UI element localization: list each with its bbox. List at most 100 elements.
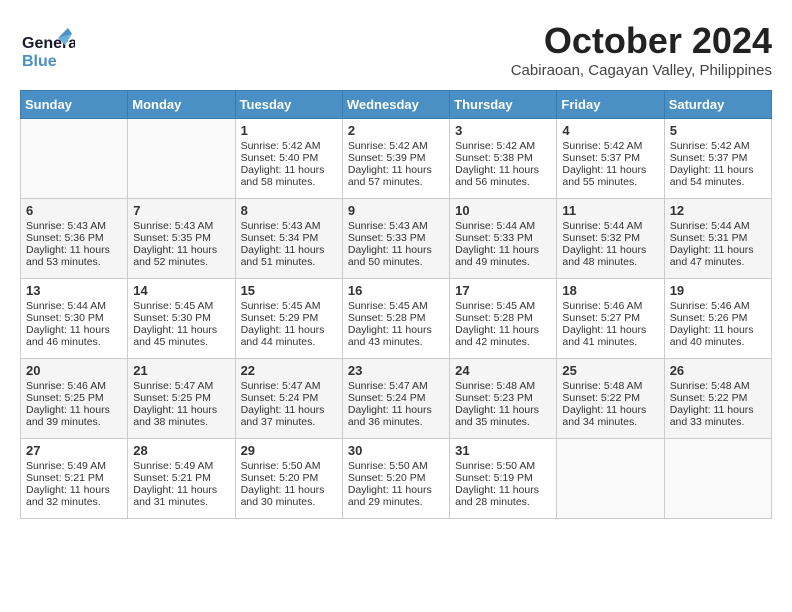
sunset-text: Sunset: 5:26 PM bbox=[670, 312, 766, 324]
day-number: 10 bbox=[455, 203, 551, 218]
day-number: 21 bbox=[133, 363, 229, 378]
sunrise-text: Sunrise: 5:47 AM bbox=[133, 380, 229, 392]
day-number: 26 bbox=[670, 363, 766, 378]
calendar-cell bbox=[557, 439, 664, 519]
sunset-text: Sunset: 5:38 PM bbox=[455, 152, 551, 164]
daylight-text: Daylight: 11 hours and 56 minutes. bbox=[455, 164, 551, 188]
day-number: 30 bbox=[348, 443, 444, 458]
calendar-cell: 14Sunrise: 5:45 AMSunset: 5:30 PMDayligh… bbox=[128, 279, 235, 359]
sunrise-text: Sunrise: 5:42 AM bbox=[455, 140, 551, 152]
sunrise-text: Sunrise: 5:46 AM bbox=[562, 300, 658, 312]
column-header-thursday: Thursday bbox=[450, 91, 557, 119]
sunset-text: Sunset: 5:24 PM bbox=[348, 392, 444, 404]
daylight-text: Daylight: 11 hours and 37 minutes. bbox=[241, 404, 337, 428]
sunrise-text: Sunrise: 5:44 AM bbox=[670, 220, 766, 232]
daylight-text: Daylight: 11 hours and 55 minutes. bbox=[562, 164, 658, 188]
sunset-text: Sunset: 5:30 PM bbox=[133, 312, 229, 324]
calendar-cell: 29Sunrise: 5:50 AMSunset: 5:20 PMDayligh… bbox=[235, 439, 342, 519]
day-number: 12 bbox=[670, 203, 766, 218]
location: Cabiraoan, Cagayan Valley, Philippines bbox=[511, 62, 772, 79]
sunset-text: Sunset: 5:29 PM bbox=[241, 312, 337, 324]
day-number: 8 bbox=[241, 203, 337, 218]
column-header-wednesday: Wednesday bbox=[342, 91, 449, 119]
daylight-text: Daylight: 11 hours and 52 minutes. bbox=[133, 244, 229, 268]
sunset-text: Sunset: 5:22 PM bbox=[562, 392, 658, 404]
week-row-4: 20Sunrise: 5:46 AMSunset: 5:25 PMDayligh… bbox=[21, 359, 772, 439]
sunrise-text: Sunrise: 5:50 AM bbox=[241, 460, 337, 472]
calendar-cell: 21 Sunrise: 5:47 AMSunset: 5:25 PMDayligh… bbox=[128, 359, 235, 439]
day-number: 27 bbox=[26, 443, 122, 458]
calendar-cell: 11Sunrise: 5:44 AMSunset: 5:32 PMDayligh… bbox=[557, 199, 664, 279]
calendar-cell bbox=[128, 119, 235, 199]
day-number: 3 bbox=[455, 123, 551, 138]
column-header-friday: Friday bbox=[557, 91, 664, 119]
sunset-text: Sunset: 5:30 PM bbox=[26, 312, 122, 324]
day-number: 24 bbox=[455, 363, 551, 378]
sunset-text: Sunset: 5:33 PM bbox=[455, 232, 551, 244]
daylight-text: Daylight: 11 hours and 35 minutes. bbox=[455, 404, 551, 428]
calendar-cell: 23Sunrise: 5:47 AMSunset: 5:24 PMDayligh… bbox=[342, 359, 449, 439]
calendar-cell: 13Sunrise: 5:44 AMSunset: 5:30 PMDayligh… bbox=[21, 279, 128, 359]
calendar-cell: 31Sunrise: 5:50 AMSunset: 5:19 PMDayligh… bbox=[450, 439, 557, 519]
sunset-text: Sunset: 5:24 PM bbox=[241, 392, 337, 404]
calendar-cell: 18Sunrise: 5:46 AMSunset: 5:27 PMDayligh… bbox=[557, 279, 664, 359]
calendar-cell: 12Sunrise: 5:44 AMSunset: 5:31 PMDayligh… bbox=[664, 199, 771, 279]
calendar-table: SundayMondayTuesdayWednesdayThursdayFrid… bbox=[20, 90, 772, 519]
day-number: 29 bbox=[241, 443, 337, 458]
day-number: 15 bbox=[241, 283, 337, 298]
column-header-monday: Monday bbox=[128, 91, 235, 119]
calendar-cell: 26Sunrise: 5:48 AMSunset: 5:22 PMDayligh… bbox=[664, 359, 771, 439]
calendar-cell: 22Sunrise: 5:47 AMSunset: 5:24 PMDayligh… bbox=[235, 359, 342, 439]
daylight-text: Daylight: 11 hours and 31 minutes. bbox=[133, 484, 229, 508]
daylight-text: Daylight: 11 hours and 45 minutes. bbox=[133, 324, 229, 348]
day-number: 16 bbox=[348, 283, 444, 298]
daylight-text: Daylight: 11 hours and 41 minutes. bbox=[562, 324, 658, 348]
calendar-cell: 15Sunrise: 5:45 AMSunset: 5:29 PMDayligh… bbox=[235, 279, 342, 359]
sunset-text: Sunset: 5:39 PM bbox=[348, 152, 444, 164]
sunset-text: Sunset: 5:25 PM bbox=[133, 392, 229, 404]
sunset-text: Sunset: 5:25 PM bbox=[26, 392, 122, 404]
day-number: 31 bbox=[455, 443, 551, 458]
daylight-text: Daylight: 11 hours and 36 minutes. bbox=[348, 404, 444, 428]
calendar-cell: 7Sunrise: 5:43 AMSunset: 5:35 PMDaylight… bbox=[128, 199, 235, 279]
sunrise-text: Sunrise: 5:42 AM bbox=[670, 140, 766, 152]
calendar-cell: 6Sunrise: 5:43 AMSunset: 5:36 PMDaylight… bbox=[21, 199, 128, 279]
calendar-cell: 20Sunrise: 5:46 AMSunset: 5:25 PMDayligh… bbox=[21, 359, 128, 439]
calendar-cell: 10Sunrise: 5:44 AMSunset: 5:33 PMDayligh… bbox=[450, 199, 557, 279]
day-number: 4 bbox=[562, 123, 658, 138]
sunrise-text: Sunrise: 5:43 AM bbox=[348, 220, 444, 232]
day-number: 6 bbox=[26, 203, 122, 218]
sunset-text: Sunset: 5:40 PM bbox=[241, 152, 337, 164]
daylight-text: Daylight: 11 hours and 53 minutes. bbox=[26, 244, 122, 268]
sunset-text: Sunset: 5:23 PM bbox=[455, 392, 551, 404]
calendar-cell: 8Sunrise: 5:43 AMSunset: 5:34 PMDaylight… bbox=[235, 199, 342, 279]
logo-icon: General Blue bbox=[20, 20, 75, 80]
sunrise-text: Sunrise: 5:45 AM bbox=[348, 300, 444, 312]
calendar-cell: 28Sunrise: 5:49 AMSunset: 5:21 PMDayligh… bbox=[128, 439, 235, 519]
calendar-cell bbox=[664, 439, 771, 519]
sunrise-text: Sunrise: 5:45 AM bbox=[455, 300, 551, 312]
daylight-text: Daylight: 11 hours and 39 minutes. bbox=[26, 404, 122, 428]
calendar-cell bbox=[21, 119, 128, 199]
sunset-text: Sunset: 5:37 PM bbox=[562, 152, 658, 164]
week-row-2: 6Sunrise: 5:43 AMSunset: 5:36 PMDaylight… bbox=[21, 199, 772, 279]
day-number: 1 bbox=[241, 123, 337, 138]
day-number: 22 bbox=[241, 363, 337, 378]
day-number: 7 bbox=[133, 203, 229, 218]
sunrise-text: Sunrise: 5:46 AM bbox=[26, 380, 122, 392]
calendar-cell: 19Sunrise: 5:46 AMSunset: 5:26 PMDayligh… bbox=[664, 279, 771, 359]
sunset-text: Sunset: 5:27 PM bbox=[562, 312, 658, 324]
daylight-text: Daylight: 11 hours and 32 minutes. bbox=[26, 484, 122, 508]
day-number: 23 bbox=[348, 363, 444, 378]
daylight-text: Daylight: 11 hours and 58 minutes. bbox=[241, 164, 337, 188]
calendar-cell: 16Sunrise: 5:45 AMSunset: 5:28 PMDayligh… bbox=[342, 279, 449, 359]
sunset-text: Sunset: 5:21 PM bbox=[26, 472, 122, 484]
sunrise-text: Sunrise: 5:49 AM bbox=[133, 460, 229, 472]
day-number: 25 bbox=[562, 363, 658, 378]
daylight-text: Daylight: 11 hours and 40 minutes. bbox=[670, 324, 766, 348]
day-number: 2 bbox=[348, 123, 444, 138]
daylight-text: Daylight: 11 hours and 46 minutes. bbox=[26, 324, 122, 348]
daylight-text: Daylight: 11 hours and 38 minutes. bbox=[133, 404, 229, 428]
sunset-text: Sunset: 5:22 PM bbox=[670, 392, 766, 404]
daylight-text: Daylight: 11 hours and 54 minutes. bbox=[670, 164, 766, 188]
